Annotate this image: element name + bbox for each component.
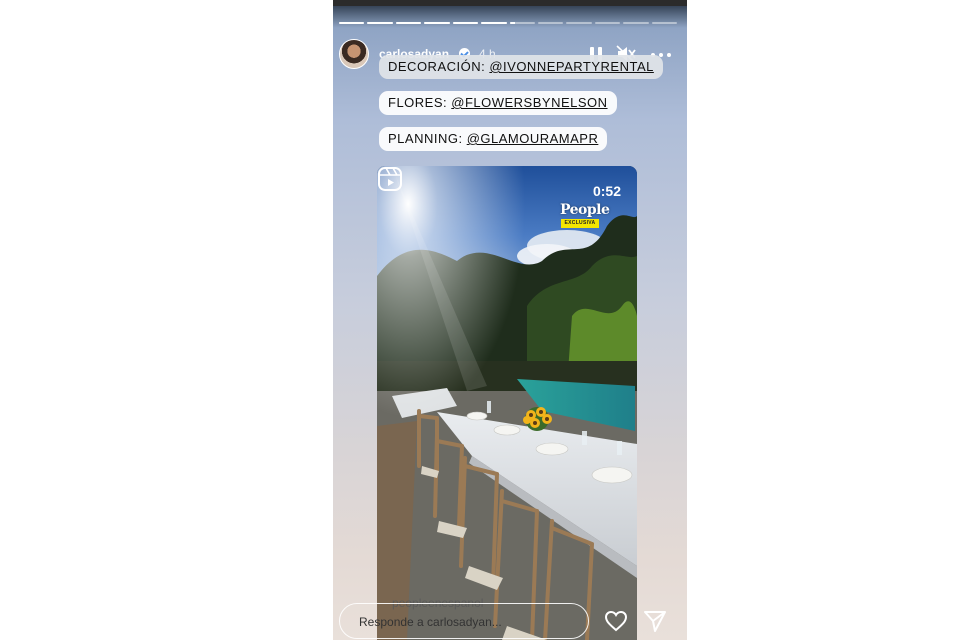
progress-segment — [395, 22, 422, 24]
progress-segment — [623, 22, 649, 24]
story-viewer[interactable]: carlosadyan 4 h DECORACIÓN: @IVONNEPARTY… — [333, 0, 687, 640]
mention-link[interactable]: @GLAMOURAMAPR — [467, 131, 599, 146]
progress-segment-fill — [339, 22, 365, 24]
progress-segment — [594, 22, 621, 24]
video-duration: 0:52 — [592, 183, 621, 199]
progress-segment — [509, 22, 535, 24]
top-strip — [333, 0, 687, 6]
progress-segment — [481, 22, 507, 24]
heart-icon[interactable] — [604, 610, 628, 632]
progress-segment — [537, 22, 564, 24]
progress-segment — [651, 22, 678, 24]
reply-input[interactable]: Responde a carlosadyan... — [339, 603, 589, 639]
tag-flores[interactable]: FLORES: @FLOWERSBYNELSON — [379, 91, 617, 115]
progress-segment-fill — [452, 22, 479, 24]
reel-photo — [377, 166, 637, 640]
progress-segment — [424, 22, 450, 24]
avatar[interactable] — [339, 39, 369, 69]
progress-segment-fill — [509, 22, 515, 24]
progress-segment-fill — [367, 22, 393, 24]
tag-label: PLANNING: — [388, 131, 467, 146]
mention-link[interactable]: @IVONNEPARTYRENTAL — [489, 59, 654, 74]
progress-segment — [367, 22, 393, 24]
people-wordmark: People — [560, 202, 610, 218]
story-progress-bar — [339, 22, 678, 25]
tag-label: DECORACIÓN: — [388, 59, 490, 74]
progress-segment-fill — [395, 22, 422, 24]
tag-decoracion[interactable]: DECORACIÓN: @IVONNEPARTYRENTAL — [379, 55, 663, 79]
shared-reel[interactable]: 0:52 People EXCLUSIVA — [377, 166, 637, 640]
progress-segment-fill — [481, 22, 507, 24]
exclusiva-badge: EXCLUSIVA — [561, 219, 599, 228]
tag-planning[interactable]: PLANNING: @GLAMOURAMAPR — [379, 127, 608, 151]
progress-segment — [339, 22, 365, 24]
reels-icon — [378, 167, 402, 191]
send-icon[interactable] — [643, 610, 667, 632]
progress-segment — [566, 22, 592, 24]
tag-label: FLORES: — [388, 95, 452, 110]
people-logo: People EXCLUSIVA — [560, 202, 610, 230]
progress-segment — [452, 22, 479, 24]
progress-segment-fill — [424, 22, 450, 24]
reply-placeholder: Responde a carlosadyan... — [359, 615, 502, 629]
mention-link[interactable]: @FLOWERSBYNELSON — [451, 95, 607, 110]
